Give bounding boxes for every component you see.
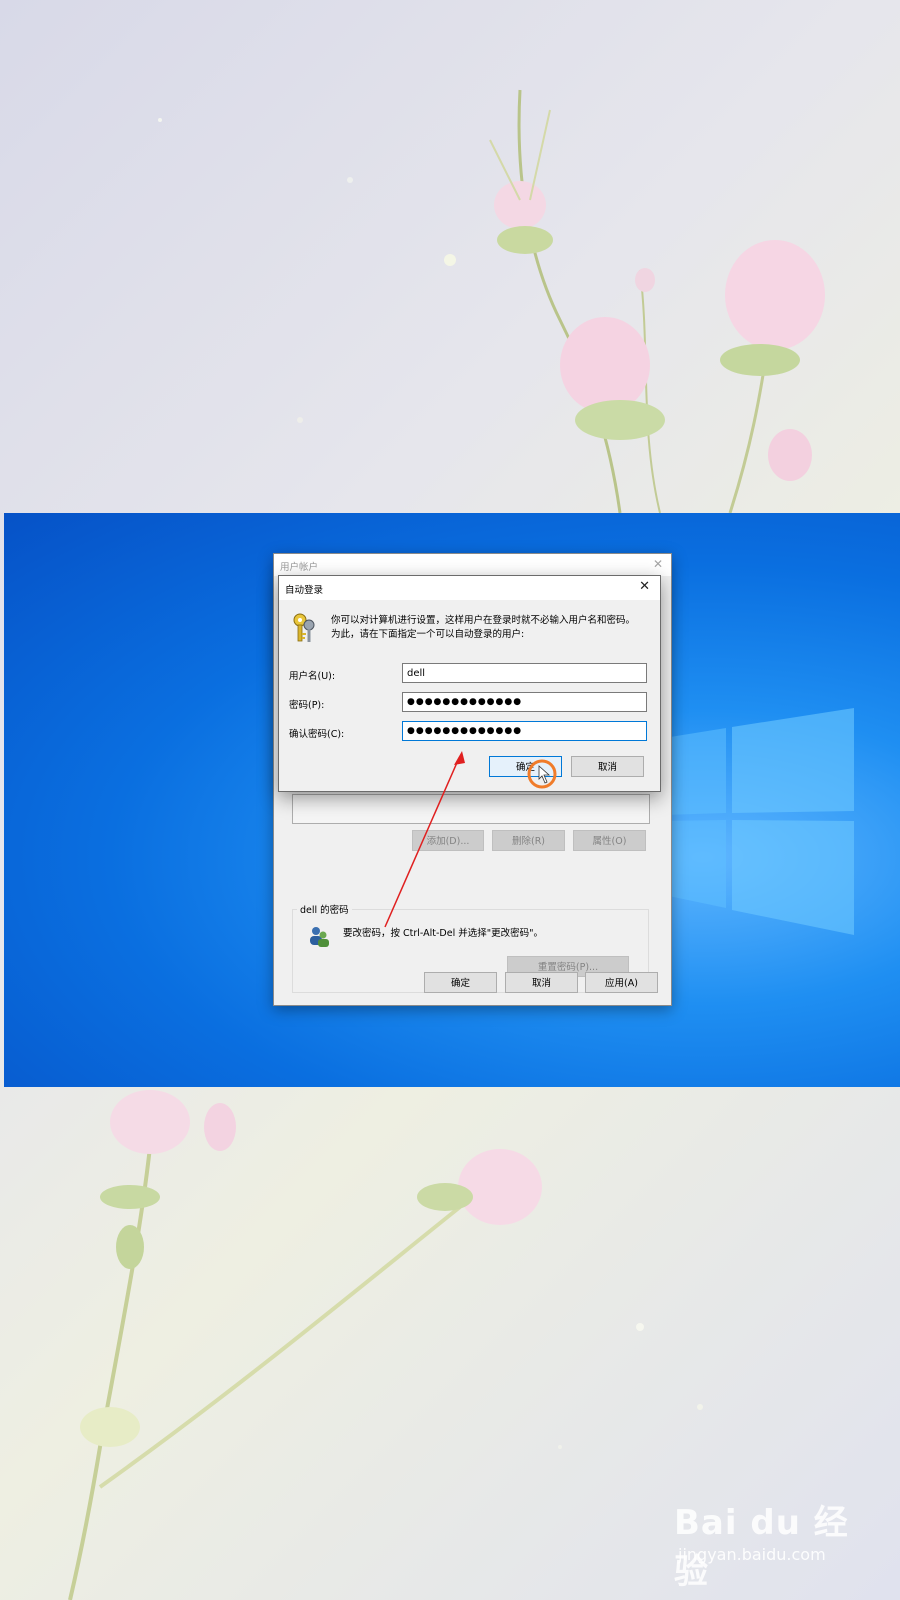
watermark-brand: Bai du 经验 — [674, 1503, 849, 1592]
auto-login-dialog: 自动登录 ✕ 你可以对计算机进行设置，这样用户在登录时就不必输入用户名和密码。 … — [278, 575, 661, 792]
users-list-box[interactable] — [292, 794, 650, 824]
password-field[interactable]: ●●●●●●●●●●●●● — [402, 692, 647, 712]
description-line-1: 你可以对计算机进行设置，这样用户在登录时就不必输入用户名和密码。 — [331, 615, 636, 626]
confirm-password-field[interactable]: ●●●●●●●●●●●●● — [402, 721, 647, 741]
username-label: 用户名(U): — [289, 671, 336, 682]
confirm-password-label: 确认密码(C): — [289, 729, 345, 740]
top-floral-artwork — [158, 89, 825, 513]
watermark-url: jingyan.baidu.com — [678, 1545, 826, 1564]
dialog-ok-button[interactable]: 确定 — [489, 756, 562, 777]
group-label: dell 的密码 — [297, 902, 352, 916]
delete-button[interactable]: 删除(R) — [492, 830, 565, 851]
add-button[interactable]: 添加(D)... — [412, 830, 484, 851]
windows-logo — [664, 708, 854, 935]
description-line-2: 为此，请在下面指定一个可以自动登录的用户: — [331, 629, 525, 640]
desktop-screenshot: 用户帐户 ✕ 添加(D)... 删除(R) 属性(O) dell 的密码 要改密… — [4, 513, 900, 1087]
apply-button[interactable]: 应用(A) — [585, 972, 658, 993]
keys-icon — [293, 613, 315, 642]
parent-ok-button[interactable]: 确定 — [424, 972, 497, 993]
dialog-title: 自动登录 — [285, 585, 324, 596]
properties-button[interactable]: 属性(O) — [573, 830, 646, 851]
password-label: 密码(P): — [289, 700, 325, 711]
dialog-cancel-button[interactable]: 取消 — [571, 756, 644, 777]
dialog-close-icon[interactable]: ✕ — [639, 579, 650, 594]
baidu-watermark: Bai du 经验 jingyan.baidu.com — [664, 1495, 864, 1592]
parent-title-bar: 用户帐户 ✕ — [274, 554, 671, 576]
users-icon — [310, 927, 329, 947]
parent-window-title: 用户帐户 — [280, 562, 319, 573]
parent-close-icon[interactable]: ✕ — [653, 557, 663, 571]
username-field[interactable]: dell — [402, 663, 647, 683]
change-password-text: 要改密码，按 Ctrl-Alt-Del 并选择"更改密码"。 — [343, 928, 543, 939]
parent-cancel-button[interactable]: 取消 — [505, 972, 578, 993]
dialog-title-bar: 自动登录 ✕ — [279, 576, 660, 600]
dialog-description: 你可以对计算机进行设置，这样用户在登录时就不必输入用户名和密码。 为此，请在下面… — [331, 614, 651, 642]
